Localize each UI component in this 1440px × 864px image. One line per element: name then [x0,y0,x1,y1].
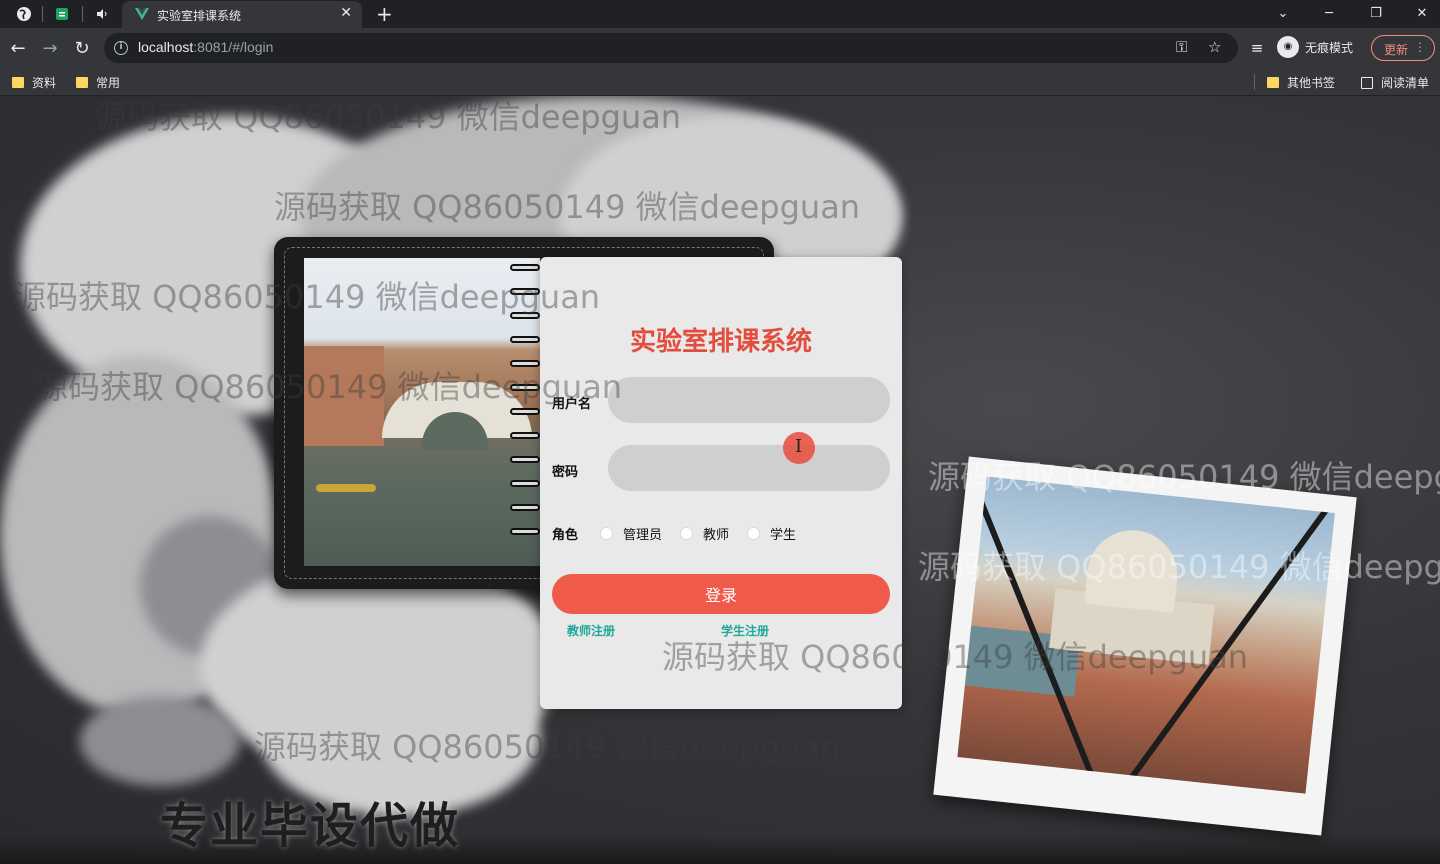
role-radio-teacher[interactable]: 教师 [680,524,729,543]
radio-circle[interactable] [747,527,761,540]
login-page: 实验室排课系统 用户名 密码 角色 管理员 教师 学生 登录 教师注册 学生注册… [0,96,1440,864]
sheet-icon[interactable] [52,4,72,24]
back-icon[interactable]: ← [6,36,30,60]
spiral-ring [510,360,540,367]
spiral-ring [510,384,540,391]
student-register-link[interactable]: 学生注册 [721,622,769,639]
tab-title: 实验室排课系统 [157,9,242,23]
audio-icon[interactable] [92,4,112,24]
spiral-ring [510,264,540,271]
venice-bridge-photo [304,258,540,566]
tab-search-icon[interactable]: ⌄ [1268,2,1298,24]
spiral-ring [510,288,540,295]
role-radio-student[interactable]: 学生 [747,524,796,543]
venice-cathedral-photo [957,476,1335,794]
more-menu-icon[interactable]: ⋮ [1414,40,1426,54]
minimize-icon[interactable]: ─ [1314,2,1344,24]
username-label: 用户名 [552,397,592,412]
login-title: 实验室排课系统 [629,327,812,357]
folder-icon [1267,77,1279,88]
tab-separator [82,6,83,22]
close-icon[interactable]: ✕ [340,5,352,21]
reload-icon[interactable]: ↻ [70,36,94,60]
teacher-register-link[interactable]: 教师注册 [567,622,615,639]
update-button[interactable]: 更新 ⋮ [1371,35,1435,61]
spiral-ring [510,480,540,487]
incognito-icon: ◉ [1277,36,1299,58]
role-selector: 角色 管理员 教师 学生 [552,524,814,543]
bookmark-separator [1254,74,1255,90]
info-icon[interactable]: i [114,41,128,55]
spiral-ring [510,312,540,319]
other-bookmarks[interactable]: 其他书签 [1267,74,1335,91]
url-text[interactable]: localhost:8081/#/login [138,39,273,55]
globe-icon[interactable] [14,4,34,24]
bookmark-folder[interactable]: 常用 [76,74,120,91]
spiral-ring [510,528,540,535]
notebook-spiral [510,256,544,566]
bookmark-folder[interactable]: 资料 [12,74,56,91]
vue-logo-icon [135,8,149,20]
role-radio-admin[interactable]: 管理员 [600,524,662,543]
password-label: 密码 [552,465,579,480]
photo-building [304,346,384,446]
photo-boat [316,484,376,492]
incognito-indicator[interactable]: ◉ 无痕模式 [1277,36,1353,58]
browser-tab-strip: 实验室排课系统 ✕ + ⌄ ─ ❐ ✕ [0,0,1440,28]
bookmarks-bar: 资料 常用 其他书签 阅读清单 [0,68,1440,96]
tab-separator [42,6,43,22]
restore-icon[interactable]: ❐ [1361,2,1391,24]
reading-list-icon [1361,76,1373,89]
address-bar[interactable]: i localhost:8081/#/login ⚿ ☆ [104,33,1238,63]
text-cursor-icon: I [795,436,803,457]
folder-icon [76,77,88,88]
polaroid-frame [933,456,1357,836]
role-label: 角色 [552,528,579,543]
spiral-ring [510,504,540,511]
ink-splash [80,696,240,786]
password-input[interactable] [608,445,890,491]
media-list-icon[interactable]: ≡ [1245,36,1269,60]
window-close-icon[interactable]: ✕ [1407,2,1437,24]
radio-circle[interactable] [680,527,694,540]
login-button[interactable]: 登录 [552,574,890,614]
tab-active[interactable]: 实验室排课系统 ✕ [122,1,362,28]
radio-circle[interactable] [600,527,614,540]
spiral-ring [510,336,540,343]
photo-dome [1084,525,1182,613]
slogan-text: 专业毕设代做 [160,798,461,854]
star-icon[interactable]: ☆ [1208,38,1221,56]
login-card: 实验室排课系统 用户名 密码 角色 管理员 教师 学生 登录 教师注册 学生注册 [540,257,902,709]
spiral-ring [510,408,540,415]
folder-icon [12,77,24,88]
spiral-ring [510,432,540,439]
browser-toolbar: ← → ↻ i localhost:8081/#/login ⚿ ☆ ≡ ◉ 无… [0,28,1440,68]
new-tab-button[interactable]: + [376,2,393,26]
spiral-ring [510,456,540,463]
reading-list[interactable]: 阅读清单 [1361,74,1429,91]
forward-icon[interactable]: → [38,36,62,60]
key-icon[interactable]: ⚿ [1176,38,1187,56]
username-input[interactable] [608,377,890,423]
